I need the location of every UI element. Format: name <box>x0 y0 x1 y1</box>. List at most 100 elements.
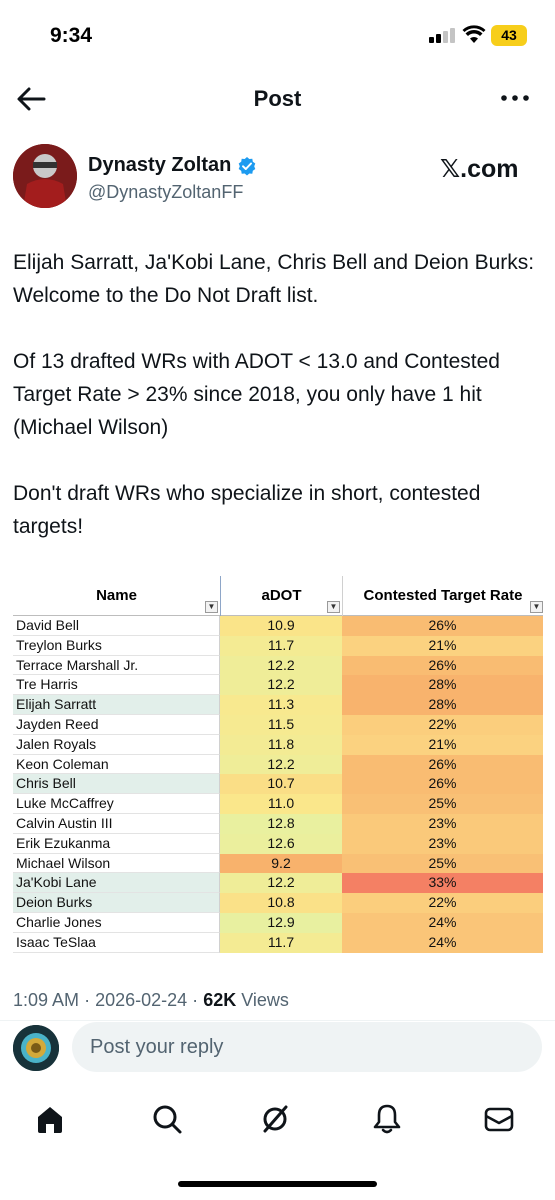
table-body: David Bell 10.9 26% Treylon Burks 11.7 21% Ter… <box>13 616 543 953</box>
cell-contested-target-rate: 24% <box>342 912 543 933</box>
cell-adot: 11.7 <box>220 635 342 656</box>
home-indicator <box>178 1181 377 1187</box>
views-count[interactable]: 62K <box>203 990 236 1010</box>
cell-player-name: Isaac TeSlaa <box>13 932 220 953</box>
cell-player-name: Luke McCaffrey <box>13 794 220 814</box>
table-row: Calvin Austin III 12.8 23% <box>13 813 543 834</box>
status-time: 9:34 <box>50 24 93 47</box>
table-row: Isaac TeSlaa 11.7 24% <box>13 932 543 953</box>
cell-contested-target-rate: 22% <box>342 714 543 735</box>
cell-adot: 11.8 <box>220 734 342 755</box>
author-handle[interactable]: @DynastyZoltanFF <box>88 182 243 203</box>
messages-icon[interactable] <box>482 1102 516 1136</box>
cell-adot: 11.7 <box>220 932 342 953</box>
table-row: Erik Ezukanma 12.6 23% <box>13 833 543 854</box>
cell-contested-target-rate: 23% <box>342 833 543 854</box>
post-timestamp: 1:09 AM · 2026-02-24 · 62K Views <box>13 990 289 1010</box>
tweet-media-table[interactable]: Name ▼ aDOT ▼ Contested Target Rate ▼ Da… <box>13 576 543 954</box>
battery-indicator: 43 <box>491 25 527 46</box>
cell-player-name: Deion Burks <box>13 893 220 913</box>
author-display-name: Dynasty Zoltan <box>88 154 232 176</box>
reply-input[interactable]: Post your reply <box>72 1022 542 1072</box>
table-row: Ja'Kobi Lane 12.2 33% <box>13 873 543 894</box>
cell-player-name: Jalen Royals <box>13 734 220 755</box>
cell-contested-target-rate: 21% <box>342 635 543 656</box>
tweet-paragraph: Elijah Sarratt, Ja'Kobi Lane, Chris Bell… <box>13 251 535 307</box>
author-name[interactable]: Dynasty Zoltan <box>88 154 257 177</box>
filter-dropdown-icon: ▼ <box>205 601 218 613</box>
cell-player-name: Ja'Kobi Lane <box>13 873 220 894</box>
cell-player-name: Charlie Jones <box>13 912 220 933</box>
signal-icon <box>429 27 457 43</box>
cell-contested-target-rate: 28% <box>342 695 543 715</box>
cell-adot: 11.5 <box>220 714 342 735</box>
cell-player-name: Elijah Sarratt <box>13 695 220 715</box>
source-label: 𝕏.com <box>440 155 519 183</box>
cell-contested-target-rate: 26% <box>342 655 543 676</box>
cell-adot: 12.9 <box>220 912 342 933</box>
user-avatar[interactable] <box>13 1025 59 1071</box>
table-row: Jalen Royals 11.8 21% <box>13 734 543 755</box>
cell-adot: 11.0 <box>220 794 342 814</box>
cell-player-name: Calvin Austin III <box>13 813 220 834</box>
verified-badge-icon <box>239 156 256 175</box>
table-row: Terrace Marshall Jr. 12.2 26% <box>13 655 543 676</box>
cell-contested-target-rate: 24% <box>342 932 543 953</box>
notifications-bell-icon[interactable] <box>370 1102 404 1136</box>
table-row: Elijah Sarratt 11.3 28% <box>13 695 543 715</box>
table-row: Tre Harris 12.2 28% <box>13 675 543 696</box>
cell-adot: 12.2 <box>220 655 342 676</box>
bottom-navigation <box>0 1090 555 1150</box>
cell-contested-target-rate: 21% <box>342 734 543 755</box>
status-bar: 9:34 43 <box>0 0 555 70</box>
column-header-adot: aDOT ▼ <box>220 576 342 616</box>
cell-contested-target-rate: 25% <box>342 794 543 814</box>
wifi-icon <box>462 25 486 43</box>
cell-adot: 12.2 <box>220 754 342 775</box>
table-row: Charlie Jones 12.9 24% <box>13 912 543 933</box>
cell-contested-target-rate: 26% <box>342 754 543 775</box>
cell-adot: 12.2 <box>220 873 342 894</box>
cell-adot: 11.3 <box>220 695 342 715</box>
grok-icon[interactable] <box>258 1102 292 1136</box>
table-row: Chris Bell 10.7 26% <box>13 774 543 795</box>
post-header: Post <box>0 70 555 130</box>
filter-sort-icon: ▼ <box>530 601 543 613</box>
cell-player-name: Michael Wilson <box>13 853 220 874</box>
cell-contested-target-rate: 23% <box>342 813 543 834</box>
divider <box>0 1020 555 1021</box>
filter-sort-icon: ▼ <box>327 601 340 613</box>
cell-player-name: David Bell <box>13 616 220 636</box>
page-title: Post <box>253 86 302 111</box>
cell-adot: 10.9 <box>220 616 342 636</box>
home-icon[interactable] <box>33 1102 67 1136</box>
cell-contested-target-rate: 28% <box>342 675 543 696</box>
cell-contested-target-rate: 26% <box>342 616 543 636</box>
cell-adot: 10.8 <box>220 893 342 913</box>
table-row: Jayden Reed 11.5 22% <box>13 714 543 735</box>
column-header-name: Name ▼ <box>13 576 220 616</box>
author-avatar[interactable] <box>13 144 77 208</box>
table-row: Keon Coleman 12.2 26% <box>13 754 543 775</box>
cell-player-name: Tre Harris <box>13 675 220 696</box>
tweet-body: Elijah Sarratt, Ja'Kobi Lane, Chris Bell… <box>13 246 543 576</box>
table-row: Treylon Burks 11.7 21% <box>13 635 543 656</box>
cell-adot: 10.7 <box>220 774 342 795</box>
cell-player-name: Erik Ezukanma <box>13 833 220 854</box>
cell-adot: 12.6 <box>220 833 342 854</box>
search-icon[interactable] <box>150 1102 184 1136</box>
cell-contested-target-rate: 26% <box>342 774 543 795</box>
cell-player-name: Terrace Marshall Jr. <box>13 655 220 676</box>
cell-player-name: Jayden Reed <box>13 714 220 735</box>
cell-player-name: Treylon Burks <box>13 635 220 656</box>
cell-adot: 12.2 <box>220 675 342 696</box>
cell-contested-target-rate: 33% <box>342 873 543 894</box>
table-row: Michael Wilson 9.2 25% <box>13 853 543 874</box>
table-header: Name ▼ aDOT ▼ Contested Target Rate ▼ <box>13 576 543 616</box>
more-options-icon[interactable] <box>498 86 532 110</box>
cell-contested-target-rate: 25% <box>342 853 543 874</box>
tweet-paragraph: Don't draft WRs who specialize in short,… <box>13 482 481 538</box>
cell-adot: 12.8 <box>220 813 342 834</box>
cell-player-name: Keon Coleman <box>13 754 220 775</box>
table-row: Luke McCaffrey 11.0 25% <box>13 794 543 814</box>
